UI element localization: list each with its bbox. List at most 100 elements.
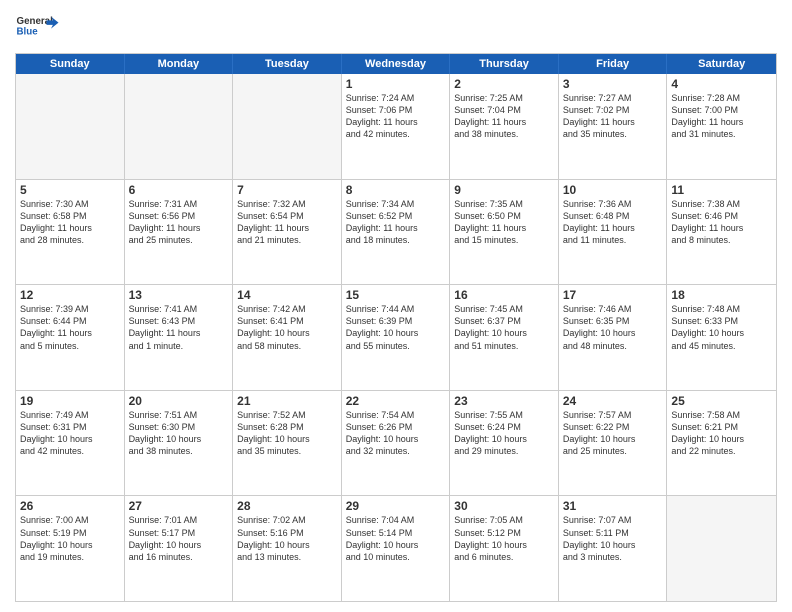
title-section: [60, 10, 777, 12]
day-number: 28: [237, 499, 337, 513]
day-cell-3: 3Sunrise: 7:27 AM Sunset: 7:02 PM Daylig…: [559, 74, 668, 179]
day-cell-17: 17Sunrise: 7:46 AM Sunset: 6:35 PM Dayli…: [559, 285, 668, 390]
day-number: 2: [454, 77, 554, 91]
calendar-row: 19Sunrise: 7:49 AM Sunset: 6:31 PM Dayli…: [16, 390, 776, 496]
day-number: 9: [454, 183, 554, 197]
day-info: Sunrise: 7:48 AM Sunset: 6:33 PM Dayligh…: [671, 303, 772, 352]
day-info: Sunrise: 7:07 AM Sunset: 5:11 PM Dayligh…: [563, 514, 663, 563]
day-number: 15: [346, 288, 446, 302]
day-number: 16: [454, 288, 554, 302]
day-info: Sunrise: 7:04 AM Sunset: 5:14 PM Dayligh…: [346, 514, 446, 563]
day-info: Sunrise: 7:30 AM Sunset: 6:58 PM Dayligh…: [20, 198, 120, 247]
day-cell-14: 14Sunrise: 7:42 AM Sunset: 6:41 PM Dayli…: [233, 285, 342, 390]
day-cell-29: 29Sunrise: 7:04 AM Sunset: 5:14 PM Dayli…: [342, 496, 451, 601]
day-info: Sunrise: 7:05 AM Sunset: 5:12 PM Dayligh…: [454, 514, 554, 563]
header-day-tuesday: Tuesday: [233, 54, 342, 74]
day-info: Sunrise: 7:45 AM Sunset: 6:37 PM Dayligh…: [454, 303, 554, 352]
day-info: Sunrise: 7:58 AM Sunset: 6:21 PM Dayligh…: [671, 409, 772, 458]
day-info: Sunrise: 7:00 AM Sunset: 5:19 PM Dayligh…: [20, 514, 120, 563]
day-cell-28: 28Sunrise: 7:02 AM Sunset: 5:16 PM Dayli…: [233, 496, 342, 601]
day-info: Sunrise: 7:34 AM Sunset: 6:52 PM Dayligh…: [346, 198, 446, 247]
day-number: 29: [346, 499, 446, 513]
day-number: 30: [454, 499, 554, 513]
day-cell-15: 15Sunrise: 7:44 AM Sunset: 6:39 PM Dayli…: [342, 285, 451, 390]
day-cell-4: 4Sunrise: 7:28 AM Sunset: 7:00 PM Daylig…: [667, 74, 776, 179]
day-cell-2: 2Sunrise: 7:25 AM Sunset: 7:04 PM Daylig…: [450, 74, 559, 179]
day-cell-31: 31Sunrise: 7:07 AM Sunset: 5:11 PM Dayli…: [559, 496, 668, 601]
day-cell-30: 30Sunrise: 7:05 AM Sunset: 5:12 PM Dayli…: [450, 496, 559, 601]
day-cell-27: 27Sunrise: 7:01 AM Sunset: 5:17 PM Dayli…: [125, 496, 234, 601]
day-number: 23: [454, 394, 554, 408]
empty-cell: [667, 496, 776, 601]
day-info: Sunrise: 7:35 AM Sunset: 6:50 PM Dayligh…: [454, 198, 554, 247]
day-number: 24: [563, 394, 663, 408]
header-day-saturday: Saturday: [667, 54, 776, 74]
day-info: Sunrise: 7:02 AM Sunset: 5:16 PM Dayligh…: [237, 514, 337, 563]
day-info: Sunrise: 7:38 AM Sunset: 6:46 PM Dayligh…: [671, 198, 772, 247]
day-number: 31: [563, 499, 663, 513]
logo-icon: General Blue: [15, 10, 60, 45]
day-number: 5: [20, 183, 120, 197]
calendar-row: 26Sunrise: 7:00 AM Sunset: 5:19 PM Dayli…: [16, 495, 776, 601]
day-number: 8: [346, 183, 446, 197]
day-info: Sunrise: 7:57 AM Sunset: 6:22 PM Dayligh…: [563, 409, 663, 458]
day-number: 22: [346, 394, 446, 408]
day-number: 10: [563, 183, 663, 197]
day-info: Sunrise: 7:27 AM Sunset: 7:02 PM Dayligh…: [563, 92, 663, 141]
day-cell-8: 8Sunrise: 7:34 AM Sunset: 6:52 PM Daylig…: [342, 180, 451, 285]
day-cell-11: 11Sunrise: 7:38 AM Sunset: 6:46 PM Dayli…: [667, 180, 776, 285]
day-cell-1: 1Sunrise: 7:24 AM Sunset: 7:06 PM Daylig…: [342, 74, 451, 179]
page-header: General Blue: [15, 10, 777, 45]
day-info: Sunrise: 7:52 AM Sunset: 6:28 PM Dayligh…: [237, 409, 337, 458]
day-info: Sunrise: 7:01 AM Sunset: 5:17 PM Dayligh…: [129, 514, 229, 563]
day-cell-26: 26Sunrise: 7:00 AM Sunset: 5:19 PM Dayli…: [16, 496, 125, 601]
logo: General Blue: [15, 10, 60, 45]
day-number: 11: [671, 183, 772, 197]
day-info: Sunrise: 7:44 AM Sunset: 6:39 PM Dayligh…: [346, 303, 446, 352]
day-cell-21: 21Sunrise: 7:52 AM Sunset: 6:28 PM Dayli…: [233, 391, 342, 496]
day-cell-13: 13Sunrise: 7:41 AM Sunset: 6:43 PM Dayli…: [125, 285, 234, 390]
day-info: Sunrise: 7:28 AM Sunset: 7:00 PM Dayligh…: [671, 92, 772, 141]
header-day-wednesday: Wednesday: [342, 54, 451, 74]
day-number: 19: [20, 394, 120, 408]
day-cell-9: 9Sunrise: 7:35 AM Sunset: 6:50 PM Daylig…: [450, 180, 559, 285]
day-cell-5: 5Sunrise: 7:30 AM Sunset: 6:58 PM Daylig…: [16, 180, 125, 285]
header-day-monday: Monday: [125, 54, 234, 74]
day-info: Sunrise: 7:36 AM Sunset: 6:48 PM Dayligh…: [563, 198, 663, 247]
day-cell-19: 19Sunrise: 7:49 AM Sunset: 6:31 PM Dayli…: [16, 391, 125, 496]
day-info: Sunrise: 7:41 AM Sunset: 6:43 PM Dayligh…: [129, 303, 229, 352]
day-info: Sunrise: 7:54 AM Sunset: 6:26 PM Dayligh…: [346, 409, 446, 458]
calendar-row: 12Sunrise: 7:39 AM Sunset: 6:44 PM Dayli…: [16, 284, 776, 390]
day-info: Sunrise: 7:55 AM Sunset: 6:24 PM Dayligh…: [454, 409, 554, 458]
day-info: Sunrise: 7:46 AM Sunset: 6:35 PM Dayligh…: [563, 303, 663, 352]
header-day-thursday: Thursday: [450, 54, 559, 74]
day-cell-25: 25Sunrise: 7:58 AM Sunset: 6:21 PM Dayli…: [667, 391, 776, 496]
calendar: SundayMondayTuesdayWednesdayThursdayFrid…: [15, 53, 777, 602]
day-info: Sunrise: 7:32 AM Sunset: 6:54 PM Dayligh…: [237, 198, 337, 247]
day-number: 14: [237, 288, 337, 302]
day-number: 27: [129, 499, 229, 513]
day-info: Sunrise: 7:31 AM Sunset: 6:56 PM Dayligh…: [129, 198, 229, 247]
day-cell-6: 6Sunrise: 7:31 AM Sunset: 6:56 PM Daylig…: [125, 180, 234, 285]
day-number: 13: [129, 288, 229, 302]
day-cell-7: 7Sunrise: 7:32 AM Sunset: 6:54 PM Daylig…: [233, 180, 342, 285]
day-number: 7: [237, 183, 337, 197]
header-day-friday: Friday: [559, 54, 668, 74]
day-number: 12: [20, 288, 120, 302]
day-number: 26: [20, 499, 120, 513]
day-number: 1: [346, 77, 446, 91]
day-cell-22: 22Sunrise: 7:54 AM Sunset: 6:26 PM Dayli…: [342, 391, 451, 496]
calendar-row: 1Sunrise: 7:24 AM Sunset: 7:06 PM Daylig…: [16, 74, 776, 179]
day-info: Sunrise: 7:39 AM Sunset: 6:44 PM Dayligh…: [20, 303, 120, 352]
day-cell-12: 12Sunrise: 7:39 AM Sunset: 6:44 PM Dayli…: [16, 285, 125, 390]
day-info: Sunrise: 7:49 AM Sunset: 6:31 PM Dayligh…: [20, 409, 120, 458]
empty-cell: [125, 74, 234, 179]
calendar-row: 5Sunrise: 7:30 AM Sunset: 6:58 PM Daylig…: [16, 179, 776, 285]
calendar-header: SundayMondayTuesdayWednesdayThursdayFrid…: [16, 54, 776, 74]
page-container: General Blue SundayMondayTuesdayWednesda…: [0, 0, 792, 612]
day-cell-18: 18Sunrise: 7:48 AM Sunset: 6:33 PM Dayli…: [667, 285, 776, 390]
day-cell-10: 10Sunrise: 7:36 AM Sunset: 6:48 PM Dayli…: [559, 180, 668, 285]
day-info: Sunrise: 7:42 AM Sunset: 6:41 PM Dayligh…: [237, 303, 337, 352]
svg-text:Blue: Blue: [17, 27, 39, 38]
day-number: 6: [129, 183, 229, 197]
